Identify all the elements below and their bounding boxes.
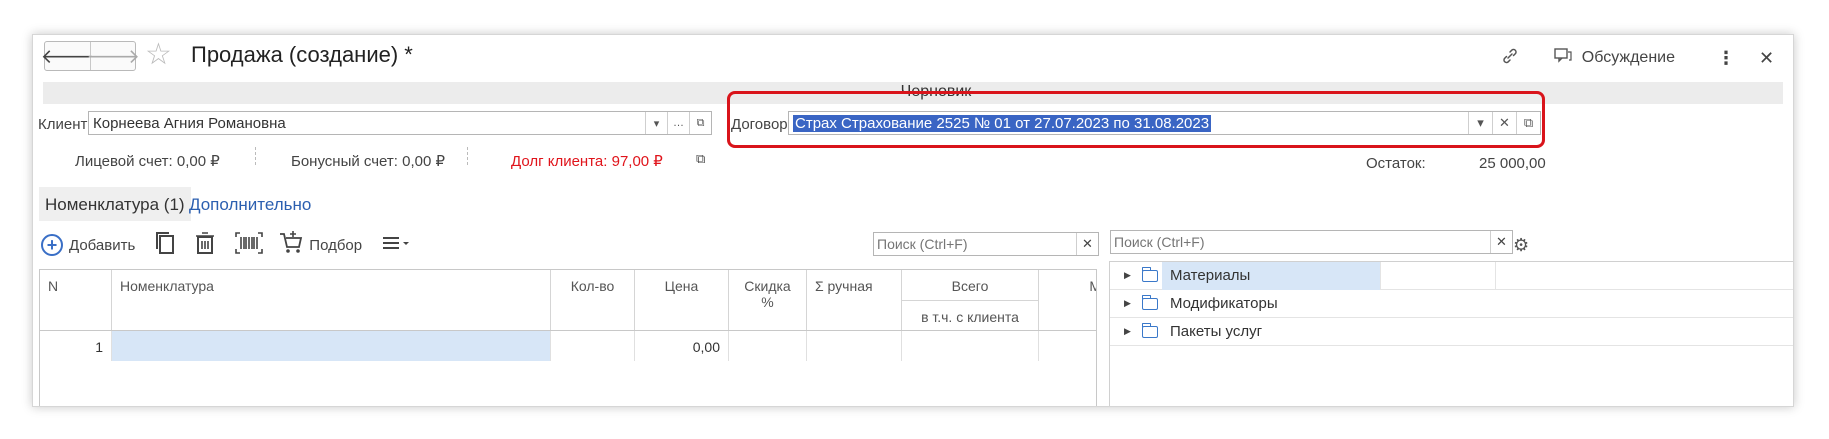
divider — [467, 147, 468, 165]
items-table: N Номенклатура Кол-во Цена Скидка % Σ ру… — [39, 269, 1097, 406]
expand-arrow-icon[interactable]: ▶ — [1124, 298, 1136, 309]
pick-button[interactable]: Подбор — [309, 237, 362, 254]
copy-icon[interactable] — [155, 231, 175, 259]
ellipsis-icon[interactable]: … — [667, 112, 689, 134]
cart-icon[interactable] — [279, 231, 303, 259]
balance-value: 25 000,00 — [1479, 155, 1546, 172]
barcode-icon[interactable] — [235, 232, 264, 258]
row-number: 1 — [40, 331, 112, 361]
tree-search-input[interactable] — [1111, 231, 1490, 253]
gear-icon[interactable]: ⚙ — [1513, 235, 1529, 256]
navigation-buttons: 🡐 🡒 — [41, 41, 140, 71]
tree-item-materials[interactable]: ▶ Материалы — [1110, 262, 1793, 290]
row-total-cell[interactable] — [902, 331, 1039, 361]
catalog-tree: ▶ Материалы ▶ Модификаторы ▶ Пакеты услу… — [1109, 261, 1793, 406]
tab-additional[interactable]: Дополнительно — [189, 195, 311, 215]
title-bar-actions: Обсуждение ⋮ ✕ — [1496, 43, 1774, 73]
tree-item-service-packages[interactable]: ▶ Пакеты услуг — [1110, 318, 1793, 346]
column-header-n[interactable]: N — [40, 270, 112, 330]
client-field[interactable]: Корнеева Агния Романовна ▾ … ⧉ — [88, 111, 712, 135]
clear-search-icon[interactable]: ✕ — [1076, 233, 1098, 255]
delete-icon[interactable] — [195, 232, 215, 258]
row-price-cell[interactable]: 0,00 — [635, 331, 729, 361]
column-header-discount[interactable]: Скидка % — [729, 270, 807, 330]
discussion-icon[interactable] — [1554, 47, 1572, 69]
favorite-star-icon[interactable]: ☆ — [145, 39, 172, 71]
arrow-right-icon: 🡒 — [86, 45, 140, 68]
folder-icon — [1142, 294, 1158, 310]
link-icon[interactable] — [1496, 47, 1524, 70]
tree-item-label: Модификаторы — [1170, 295, 1278, 312]
column-header-item[interactable]: Номенклатура — [112, 270, 551, 330]
close-icon[interactable]: ✕ — [1759, 48, 1774, 69]
expand-arrow-icon[interactable]: ▶ — [1124, 326, 1136, 337]
items-toolbar: + Добавить Подбор — [41, 231, 412, 259]
add-icon[interactable]: + — [41, 234, 63, 256]
open-icon[interactable]: ⧉ — [689, 112, 711, 134]
tree-item-label: Материалы — [1170, 267, 1251, 284]
row-qty-cell[interactable] — [551, 331, 635, 361]
forward-button[interactable]: 🡒 — [86, 42, 140, 70]
client-value: Корнеева Агния Романовна — [93, 114, 286, 132]
sale-form-window: 🡐 🡒 ☆ Продажа (создание) * Обсуждение ⋮ … — [32, 34, 1794, 407]
tab-items[interactable]: Номенклатура (1) — [39, 187, 191, 221]
open-debt-icon[interactable]: ⧉ — [696, 151, 705, 167]
row-item-cell[interactable] — [112, 331, 551, 361]
column-header-qty[interactable]: Кол-во — [551, 270, 635, 330]
contract-highlight-frame — [727, 91, 1545, 148]
balance-label: Остаток: — [1366, 155, 1426, 172]
back-button[interactable]: 🡐 — [41, 42, 95, 70]
column-header-more[interactable]: М — [1039, 270, 1096, 330]
more-menu-icon[interactable]: ⋮ — [1717, 48, 1735, 69]
tree-item-label: Пакеты услуг — [1170, 323, 1263, 340]
table-search[interactable]: ✕ — [873, 232, 1099, 256]
list-menu-icon[interactable] — [382, 235, 412, 255]
table-search-input[interactable] — [874, 233, 1076, 255]
tree-item-modifiers[interactable]: ▶ Модификаторы — [1110, 290, 1793, 318]
discussion-button[interactable]: Обсуждение — [1582, 49, 1675, 67]
divider — [255, 147, 256, 165]
client-label: Клиент: — [38, 116, 92, 133]
page-title: Продажа (создание) * — [191, 42, 413, 67]
chevron-down-icon[interactable]: ▾ — [645, 112, 667, 134]
column-header-manual-sum[interactable]: Σ ручная — [807, 270, 902, 330]
tree-search[interactable]: ✕ — [1110, 230, 1513, 254]
personal-account: Лицевой счет: 0,00 ₽ — [75, 153, 220, 170]
row-manual-cell[interactable] — [807, 331, 902, 361]
clear-tree-search-icon[interactable]: ✕ — [1490, 231, 1512, 253]
column-header-total-client[interactable]: в т.ч. с клиента — [902, 300, 1039, 330]
row-discount-cell[interactable] — [729, 331, 807, 361]
client-debt: Долг клиента: 97,00 ₽ — [511, 153, 663, 170]
add-button[interactable]: Добавить — [69, 237, 135, 254]
bonus-account: Бонусный счет: 0,00 ₽ — [291, 153, 446, 170]
folder-icon — [1142, 322, 1158, 338]
folder-icon — [1142, 266, 1158, 282]
column-header-price[interactable]: Цена — [635, 270, 729, 330]
expand-arrow-icon[interactable]: ▶ — [1124, 270, 1136, 281]
title-bar: 🡐 🡒 ☆ Продажа (создание) * Обсуждение ⋮ … — [33, 35, 1793, 85]
table-row[interactable]: 1 0,00 — [40, 331, 1096, 361]
